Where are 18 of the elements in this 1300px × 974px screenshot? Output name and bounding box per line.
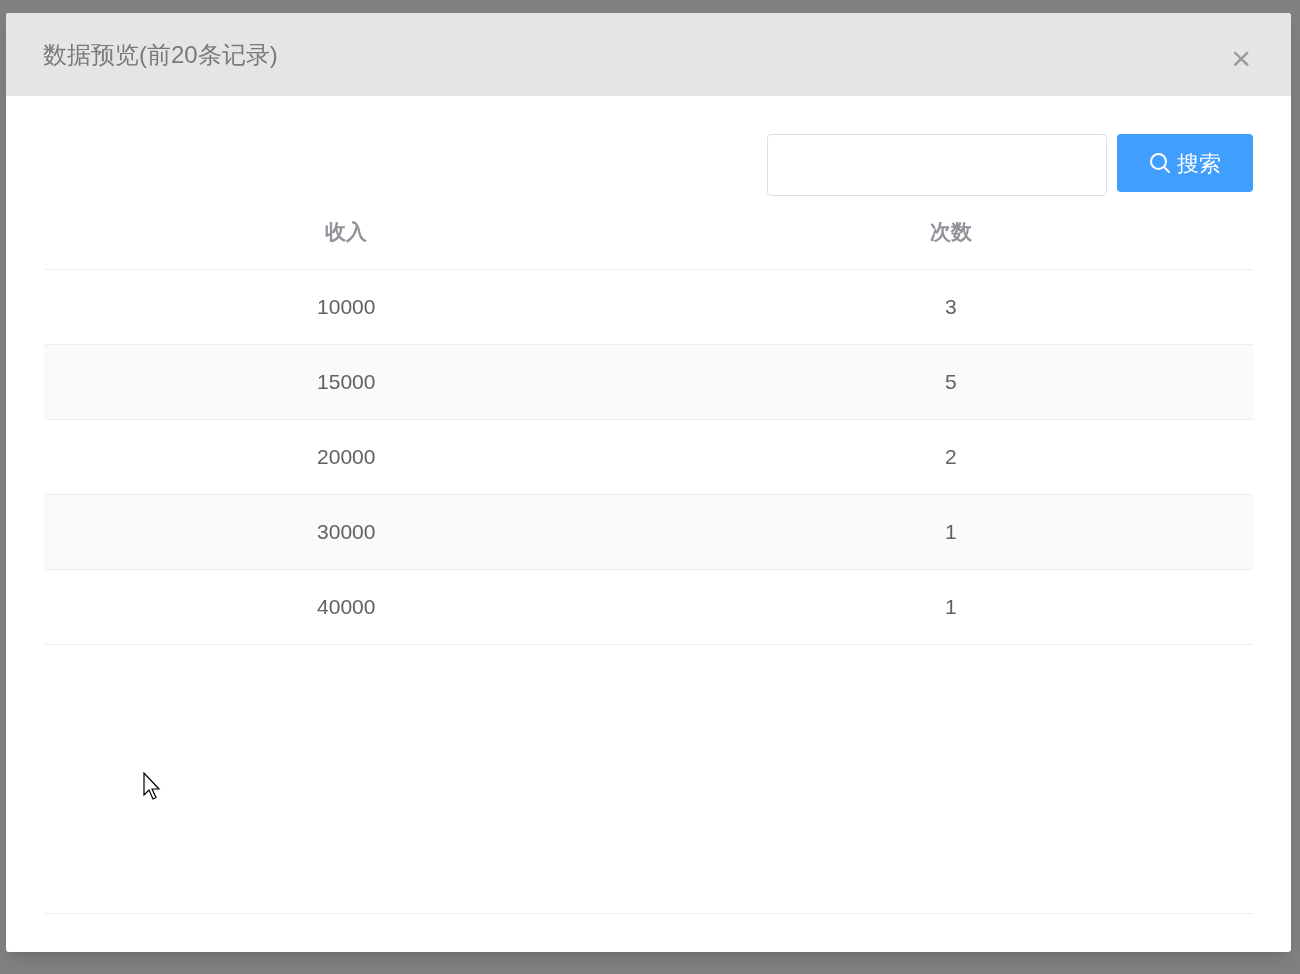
table-cell-text: 20000 (317, 444, 376, 471)
search-button[interactable]: 搜索 (1117, 134, 1253, 192)
table-cell-text: 1 (944, 519, 957, 546)
column-header: 次数 (929, 219, 972, 246)
search-icon (1149, 152, 1171, 174)
table-cell-text: 30000 (317, 519, 376, 546)
search-field[interactable] (767, 134, 1107, 196)
column-header: 收入 (325, 219, 368, 246)
table-cell-text: 10000 (317, 294, 376, 321)
close-button[interactable]: × (1231, 40, 1251, 75)
table-cell-text: 3 (944, 294, 957, 321)
cursor-icon (143, 772, 162, 800)
table-cell-text: 40000 (317, 594, 376, 621)
table-cell-text: 5 (944, 369, 957, 396)
table-cell-text: 2 (944, 444, 957, 471)
table-cell-text: 1 (944, 594, 957, 621)
table-cell-text: 15000 (317, 369, 376, 396)
dialog-title: 数据预览(前20条记录) (43, 39, 278, 70)
